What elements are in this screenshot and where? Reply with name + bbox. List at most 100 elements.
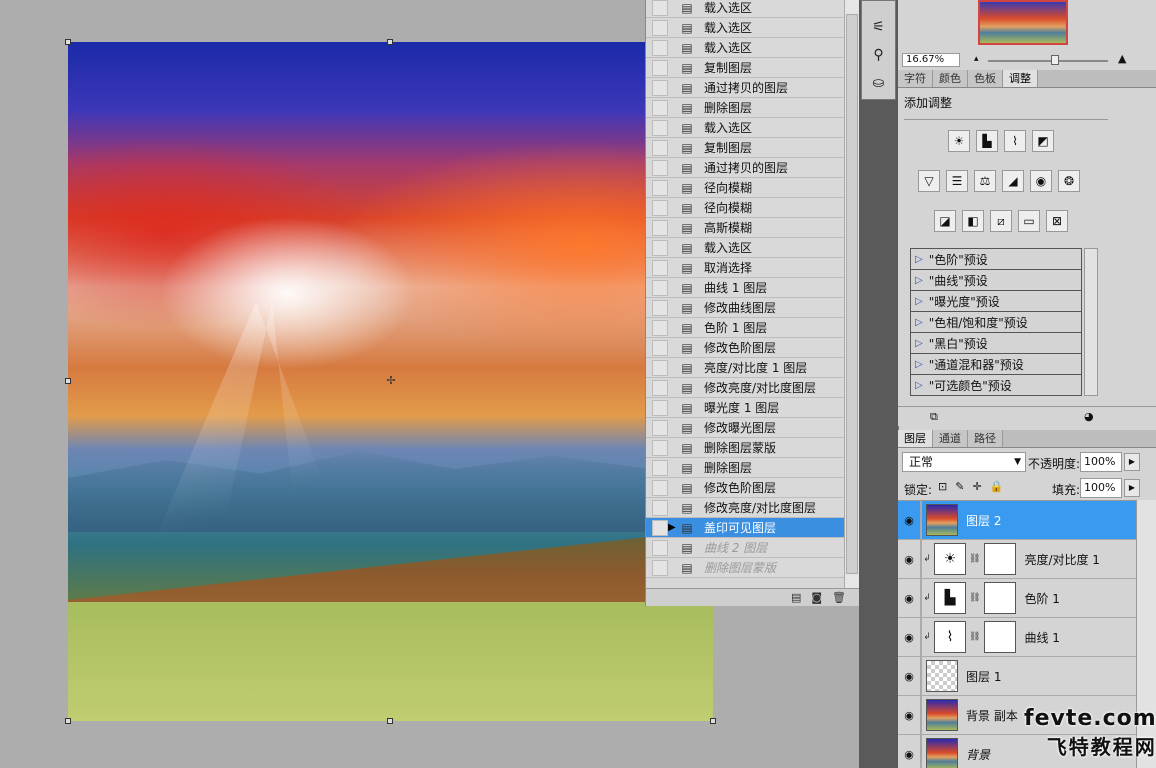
visibility-eye-icon[interactable]: ◉ [898, 670, 920, 683]
adjust-tab[interactable]: 字符 [898, 70, 933, 87]
visibility-eye-icon[interactable]: ◉ [898, 592, 920, 605]
history-source-checkbox[interactable] [652, 479, 668, 496]
transform-handle-bl[interactable] [65, 718, 71, 724]
layer-name[interactable]: 图层 1 [966, 668, 1001, 685]
history-item[interactable]: ▤ 复制图层 [646, 58, 844, 78]
history-item[interactable]: ▤ 径向模糊 [646, 198, 844, 218]
brightness-contrast-icon[interactable]: ☀ [948, 130, 970, 152]
history-source-checkbox[interactable] [652, 199, 668, 216]
expand-triangle-icon[interactable]: ▷ [915, 296, 923, 307]
lock-transparent-icon[interactable]: ⊡ [938, 480, 947, 493]
layer-row[interactable]: ◉ 图层 1 [898, 656, 1136, 696]
preset-item[interactable]: ▷ "曲线"预设 [911, 270, 1081, 291]
history-item[interactable]: ▤ 载入选区 [646, 38, 844, 58]
history-source-checkbox[interactable] [652, 299, 668, 316]
adjust-tab[interactable]: 色板 [968, 70, 1003, 87]
history-item[interactable]: ▤ 删除图层 [646, 98, 844, 118]
history-item[interactable]: ▤ 修改色阶图层 [646, 338, 844, 358]
history-source-checkbox[interactable] [652, 119, 668, 136]
history-source-checkbox[interactable] [652, 419, 668, 436]
history-source-checkbox[interactable] [652, 279, 668, 296]
history-scrollbar[interactable] [844, 0, 860, 588]
black-white-icon[interactable]: ◢ [1002, 170, 1024, 192]
zoom-in-icon[interactable]: ▲ [1118, 52, 1126, 65]
visibility-eye-icon[interactable]: ◉ [898, 709, 920, 722]
history-item[interactable]: ▤ 通过拷贝的图层 [646, 78, 844, 98]
history-item[interactable]: ▤ 盖印可见图层 ▶ [646, 518, 844, 538]
history-item[interactable]: ▤ 删除图层蒙版 [646, 438, 844, 458]
history-source-checkbox[interactable] [652, 139, 668, 156]
transform-handle-top[interactable] [387, 39, 393, 45]
layer-thumbnail[interactable] [926, 738, 958, 768]
history-state-marker-icon[interactable]: ▶ [668, 522, 676, 533]
visibility-eye-icon[interactable]: ◉ [898, 631, 920, 644]
history-source-checkbox[interactable] [652, 399, 668, 416]
opacity-arrow-icon[interactable]: ▶ [1124, 453, 1140, 471]
history-source-checkbox[interactable] [652, 459, 668, 476]
histogram-icon[interactable]: ▙ [934, 582, 966, 614]
layer-row[interactable]: ◉ ↲ ▙ ⛓ 色阶 1 [898, 578, 1136, 618]
hue-saturation-icon[interactable]: ☰ [946, 170, 968, 192]
history-source-checkbox[interactable] [652, 359, 668, 376]
gradient-map-icon[interactable]: ▭ [1018, 210, 1040, 232]
clip-to-layer-icon[interactable]: ⧉ [930, 410, 938, 424]
history-item[interactable]: ▤ 载入选区 [646, 238, 844, 258]
adjust-tab[interactable]: 颜色 [933, 70, 968, 87]
invert-icon[interactable]: ◪ [934, 210, 956, 232]
layer-tab[interactable]: 通道 [933, 430, 968, 447]
transform-handle-br[interactable] [710, 718, 716, 724]
layer-name[interactable]: 色阶 1 [1024, 590, 1059, 607]
layer-tab[interactable]: 路径 [968, 430, 1003, 447]
expand-triangle-icon[interactable]: ▷ [915, 359, 923, 370]
link-chain-icon[interactable]: ⛓ [969, 554, 980, 564]
history-source-checkbox[interactable] [652, 259, 668, 276]
history-item[interactable]: ▤ 复制图层 [646, 138, 844, 158]
history-source-checkbox[interactable] [652, 39, 668, 56]
history-item[interactable]: ▤ 亮度/对比度 1 图层 [646, 358, 844, 378]
trash-icon[interactable]: 🗑 [832, 591, 846, 604]
sun-icon[interactable]: ☀ [934, 543, 966, 575]
opacity-field[interactable]: 100% [1080, 452, 1122, 472]
history-source-checkbox[interactable] [652, 219, 668, 236]
history-source-checkbox[interactable] [652, 179, 668, 196]
scroll-thumb[interactable] [846, 14, 858, 574]
history-item[interactable]: ▤ 修改亮度/对比度图层 [646, 498, 844, 518]
photo-filter-icon[interactable]: ◉ [1030, 170, 1052, 192]
curves-icon[interactable]: ⌇ [1004, 130, 1026, 152]
history-source-checkbox[interactable] [652, 79, 668, 96]
preset-item[interactable]: ▷ "黑白"预设 [911, 333, 1081, 354]
posterize-icon[interactable]: ◧ [962, 210, 984, 232]
vibrance-icon[interactable]: ▽ [918, 170, 940, 192]
tool-presets-icon[interactable]: ⚟ [862, 13, 895, 41]
history-item[interactable]: ▤ 通过拷贝的图层 [646, 158, 844, 178]
visibility-eye-icon[interactable]: ◉ [898, 514, 920, 527]
history-item[interactable]: ▤ 删除图层 [646, 458, 844, 478]
history-item[interactable]: ▤ 曝光度 1 图层 [646, 398, 844, 418]
layer-thumbnail[interactable] [926, 504, 958, 536]
clone-source-icon[interactable]: ⛀ [862, 69, 895, 97]
history-item[interactable]: ▤ 径向模糊 [646, 178, 844, 198]
layer-name[interactable]: 背景 副本 [966, 707, 1018, 724]
history-source-checkbox[interactable] [652, 339, 668, 356]
lock-pixels-icon[interactable]: ✎ [955, 480, 964, 493]
history-item[interactable]: ▤ 修改曲线图层 [646, 298, 844, 318]
new-document-from-state-icon[interactable]: ▤ [791, 591, 801, 604]
preset-item[interactable]: ▷ "色相/饱和度"预设 [911, 312, 1081, 333]
history-source-checkbox[interactable] [652, 439, 668, 456]
threshold-icon[interactable]: ⧄ [990, 210, 1012, 232]
navigator-preview[interactable] [978, 0, 1068, 45]
history-item[interactable]: ▤ 曲线 2 图层 [646, 538, 844, 558]
history-item[interactable]: ▤ 高斯模糊 [646, 218, 844, 238]
history-item[interactable]: ▤ 修改色阶图层 [646, 478, 844, 498]
zoom-field[interactable]: 16.67% [902, 53, 960, 67]
link-chain-icon[interactable]: ⛓ [969, 593, 980, 603]
levels-icon[interactable]: ▙ [976, 130, 998, 152]
layer-row[interactable]: ◉ ↲ ☀ ⛓ 亮度/对比度 1 [898, 539, 1136, 579]
history-source-checkbox[interactable] [652, 0, 668, 16]
zoom-slider[interactable] [988, 60, 1108, 62]
history-item[interactable]: ▤ 修改亮度/对比度图层 [646, 378, 844, 398]
channel-mixer-icon[interactable]: ❂ [1058, 170, 1080, 192]
history-source-checkbox[interactable] [652, 519, 668, 536]
history-item[interactable]: ▤ 修改曝光图层 [646, 418, 844, 438]
layer-name[interactable]: 图层 2 [966, 512, 1001, 529]
